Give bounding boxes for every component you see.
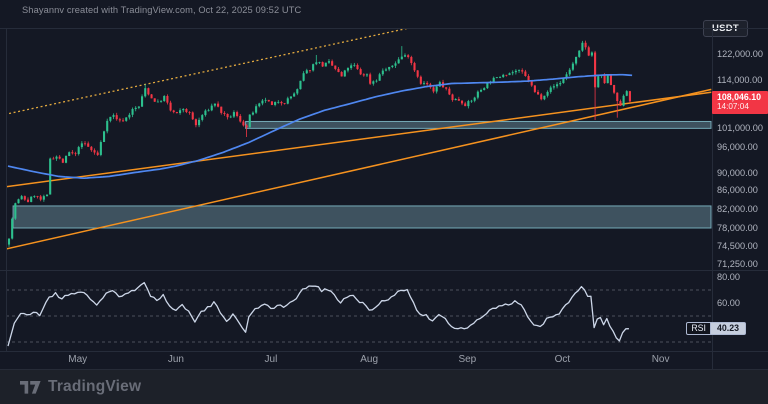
price-tick-label: 122,000.00 xyxy=(717,49,763,59)
time-axis-label-Oct: Oct xyxy=(555,354,571,365)
price-tick-label: 78,000.00 xyxy=(717,223,758,233)
price-tick-label: 96,000.00 xyxy=(717,142,758,152)
price-tick-label: 82,000.00 xyxy=(717,204,758,214)
rsi-tick-label: 80.00 xyxy=(717,272,740,282)
price-axis[interactable]: 108,046.10 14:07:04 122,000.00 114,000.00… xyxy=(712,28,768,369)
time-axis-label-Jul: Jul xyxy=(265,354,278,365)
rsi-value-badge: RSI 40.23 xyxy=(686,322,746,335)
price-tick-label: 90,000.00 xyxy=(717,168,758,178)
tradingview-logo-icon[interactable] xyxy=(20,381,41,394)
tradingview-logo-text[interactable]: TradingView xyxy=(48,378,141,396)
time-axis-label-Nov: Nov xyxy=(652,354,670,365)
last-price-value: 108,046.10 xyxy=(717,93,768,102)
rsi-tick-label: 60.00 xyxy=(717,298,740,308)
price-chart-canvas[interactable]: May Jun Jul Aug Sep Oct Nov xyxy=(0,0,768,369)
main-pane xyxy=(0,25,711,250)
rsi-line xyxy=(8,283,629,347)
time-axis-label-Aug: Aug xyxy=(360,354,378,365)
tradingview-chart-snapshot: Shayannv created with TradingView.com, O… xyxy=(0,0,768,404)
bottom-brand-bar: TradingView xyxy=(0,369,768,404)
time-axis-label-Sep: Sep xyxy=(458,354,476,365)
price-tick-label: 101,000.00 xyxy=(717,123,763,133)
time-axis-label-Jun: Jun xyxy=(168,354,184,365)
support-zone xyxy=(13,206,711,228)
price-tick-label: 74,500.00 xyxy=(717,241,758,251)
rsi-label: RSI xyxy=(686,322,711,335)
resistance-zone xyxy=(246,121,711,128)
last-price-badge: 108,046.10 14:07:04 xyxy=(712,91,768,113)
rsi-pane xyxy=(6,283,712,347)
price-tick-label: 71,250.00 xyxy=(717,259,758,269)
price-tick-label: 86,000.00 xyxy=(717,185,758,195)
price-tick-label: 114,000.00 xyxy=(717,75,762,85)
last-price-time: 14:07:04 xyxy=(717,103,768,112)
rsi-value: 40.23 xyxy=(711,322,746,335)
secondary-trendline xyxy=(0,92,711,187)
time-axis-label-May: May xyxy=(68,354,87,365)
